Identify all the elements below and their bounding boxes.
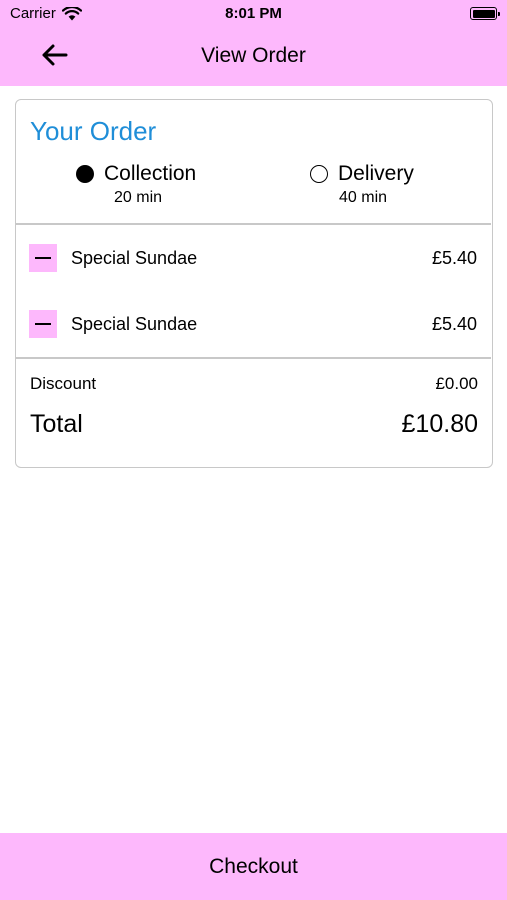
minus-icon: [35, 323, 51, 325]
order-item-row: Special Sundae £5.40: [16, 238, 491, 278]
battery-icon: [470, 7, 500, 20]
total-value: £10.80: [401, 410, 478, 438]
total-label: Total: [30, 410, 83, 438]
page-title: View Order: [201, 44, 306, 67]
minus-icon: [35, 257, 51, 259]
collection-option[interactable]: Collection 20 min: [76, 162, 256, 207]
divider: [16, 223, 491, 225]
delivery-option[interactable]: Delivery 40 min: [310, 162, 490, 207]
item-price: £5.40: [431, 248, 477, 268]
header-area: Carrier 8:01 PM View Order: [0, 0, 507, 86]
order-card: Your Order Collection 20 min Delivery 40…: [15, 99, 493, 468]
item-price: £5.40: [431, 314, 477, 334]
battery-tip: [498, 11, 500, 16]
checkout-button[interactable]: Checkout: [0, 833, 507, 900]
discount-label: Discount: [30, 374, 97, 393]
delivery-time: 40 min: [339, 189, 388, 206]
delivery-radio-unselected-icon[interactable]: [310, 165, 328, 183]
status-time: 8:01 PM: [225, 5, 282, 22]
delivery-label: Delivery: [338, 162, 414, 185]
battery-level: [472, 9, 495, 18]
navigation-bar: View Order: [0, 28, 507, 86]
divider: [16, 357, 491, 359]
order-heading: Your Order: [30, 116, 157, 146]
item-name: Special Sundae: [71, 314, 198, 334]
remove-item-button[interactable]: [29, 310, 57, 338]
remove-item-button[interactable]: [29, 244, 57, 272]
collection-time: 20 min: [114, 189, 163, 206]
collection-label: Collection: [104, 162, 197, 185]
checkout-label: Checkout: [209, 854, 298, 878]
status-bar: Carrier 8:01 PM: [0, 0, 507, 28]
collection-radio-selected-icon[interactable]: [76, 165, 94, 183]
discount-value: £0.00: [435, 374, 478, 393]
item-name: Special Sundae: [71, 248, 198, 268]
order-item-row: Special Sundae £5.40: [16, 304, 491, 344]
